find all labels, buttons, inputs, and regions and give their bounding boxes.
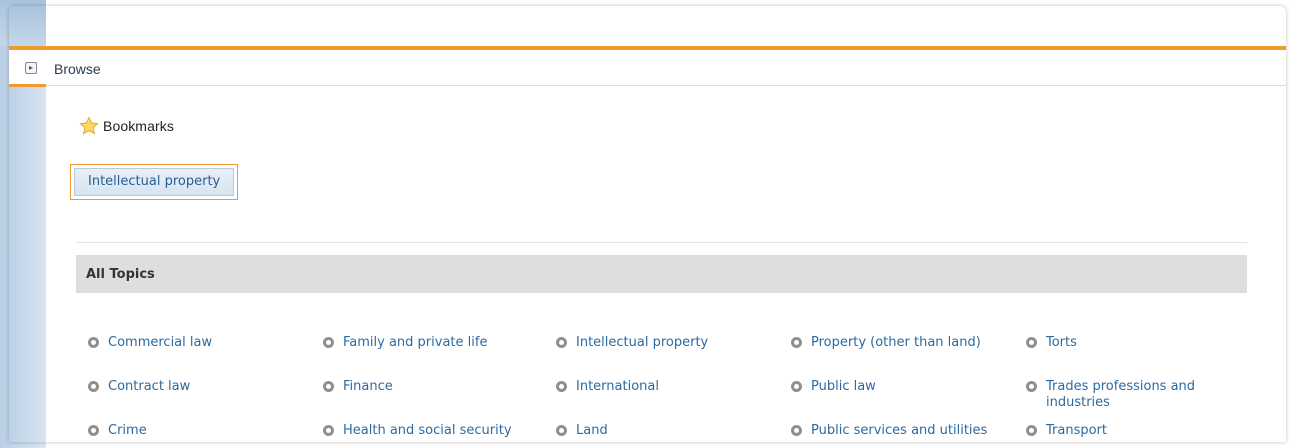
bullet-icon (323, 425, 334, 436)
bullet-icon (88, 425, 99, 436)
browse-accent-bar (9, 84, 46, 87)
topic-label[interactable]: Finance (343, 379, 393, 395)
topic-label[interactable]: Land (576, 423, 608, 439)
panel-left-rail (9, 46, 46, 442)
topic-link[interactable]: Land (556, 423, 608, 439)
bullet-icon (1026, 381, 1037, 392)
topic-label[interactable]: Commercial law (108, 335, 212, 351)
topic-link[interactable]: Family and private life (323, 335, 487, 351)
browse-header[interactable]: ▸ Browse (9, 46, 1286, 86)
topic-link[interactable]: Torts (1026, 335, 1077, 351)
topic-link[interactable]: Trades professions and industries (1026, 379, 1226, 411)
topic-label[interactable]: Torts (1046, 335, 1077, 351)
topic-label[interactable]: Public law (811, 379, 876, 395)
topic-link[interactable]: Contract law (88, 379, 190, 395)
bullet-icon (1026, 337, 1037, 348)
bookmark-intellectual-property-button[interactable]: Intellectual property (74, 168, 235, 196)
browse-content: Bookmarks Intellectual property All Topi… (46, 87, 1286, 442)
bullet-icon (556, 425, 567, 436)
bookmarks-title: Bookmarks (103, 118, 174, 134)
topic-label[interactable]: Public services and utilities (811, 423, 987, 439)
bullet-icon (556, 337, 567, 348)
bullet-icon (88, 381, 99, 392)
section-divider (76, 242, 1247, 243)
bullet-icon (88, 337, 99, 348)
topic-link[interactable]: Public services and utilities (791, 423, 987, 439)
all-topics-title: All Topics (86, 267, 155, 282)
topic-link[interactable]: Property (other than land) (791, 335, 981, 351)
browse-label: Browse (54, 61, 101, 77)
panel-top-left-shade (9, 6, 46, 46)
topic-label[interactable]: Intellectual property (576, 335, 708, 351)
topic-link[interactable]: Public law (791, 379, 876, 395)
bullet-icon (791, 425, 802, 436)
topic-link[interactable]: Finance (323, 379, 393, 395)
all-topics-header: All Topics (76, 255, 1247, 293)
topic-label[interactable]: Crime (108, 423, 147, 439)
bullet-icon (323, 337, 334, 348)
topic-label[interactable]: Transport (1046, 423, 1107, 439)
topic-label[interactable]: Health and social security (343, 423, 512, 439)
bookmarks-heading: Bookmarks (79, 115, 174, 137)
topic-link[interactable]: International (556, 379, 659, 395)
topic-label[interactable]: Family and private life (343, 335, 487, 351)
bullet-icon (791, 381, 802, 392)
star-icon (79, 116, 99, 135)
topic-link[interactable]: Transport (1026, 423, 1107, 439)
bookmark-selected-frame: Intellectual property (70, 164, 239, 200)
topic-label[interactable]: Contract law (108, 379, 190, 395)
topic-link[interactable]: Crime (88, 423, 147, 439)
expand-icon[interactable]: ▸ (25, 62, 37, 74)
topic-link[interactable]: Intellectual property (556, 335, 708, 351)
topic-link[interactable]: Health and social security (323, 423, 512, 439)
topic-label[interactable]: Property (other than land) (811, 335, 981, 351)
bullet-icon (556, 381, 567, 392)
topic-label[interactable]: International (576, 379, 659, 395)
main-panel: ▸ Browse Bookmarks Intellectual property… (9, 6, 1286, 442)
topic-link[interactable]: Commercial law (88, 335, 212, 351)
bullet-icon (791, 337, 802, 348)
topic-label[interactable]: Trades professions and industries (1046, 379, 1226, 411)
bullet-icon (323, 381, 334, 392)
bullet-icon (1026, 425, 1037, 436)
